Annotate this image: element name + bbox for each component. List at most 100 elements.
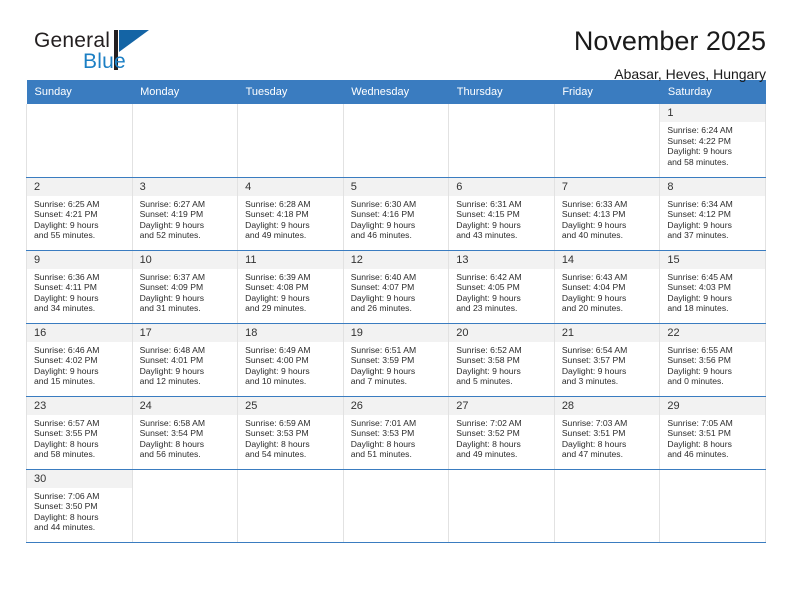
calendar-day-cell[interactable]: 20 Sunrise: 6:52 AM Sunset: 3:58 PM Dayligh… bbox=[448, 323, 555, 397]
triangle-flag-icon bbox=[119, 30, 149, 52]
calendar-day-cell[interactable]: 9 Sunrise: 6:36 AM Sunset: 4:11 PM Daylight… bbox=[26, 250, 133, 324]
calendar-day-cell[interactable]: 19 Sunrise: 6:51 AM Sunset: 3:59 PM Dayligh… bbox=[342, 323, 450, 397]
calendar-day-cell[interactable]: 11 Sunrise: 6:39 AM Sunset: 4:08 PM Dayligh… bbox=[237, 250, 344, 324]
calendar-day-cell[interactable]: 6 Sunrise: 6:31 AM Sunset: 4:15 PM Daylight… bbox=[448, 177, 555, 251]
day-sunset-text: Sunset: 4:18 PM bbox=[245, 209, 309, 220]
calendar-day-cell[interactable]: 16 Sunrise: 6:46 AM Sunset: 4:02 PM Dayligh… bbox=[26, 323, 133, 397]
day-daylight-line1-text: Daylight: 9 hours bbox=[34, 365, 99, 376]
calendar-day-cell[interactable]: 18 Sunrise: 6:49 AM Sunset: 4:00 PM Dayligh… bbox=[237, 323, 344, 397]
day-daylight-line2-text: and 34 minutes. bbox=[34, 303, 96, 314]
calendar-day-cell[interactable]: 8 Sunrise: 6:34 AM Sunset: 4:12 PM Daylight… bbox=[659, 177, 766, 251]
day-details: Sunrise: 6:51 AM Sunset: 3:59 PM Daylight:… bbox=[344, 342, 449, 387]
day-sunrise-text: Sunrise: 6:34 AM bbox=[667, 198, 733, 209]
day-daylight-line2-text: and 44 minutes. bbox=[34, 522, 96, 533]
calendar-day-cell[interactable]: 21 Sunrise: 6:54 AM Sunset: 3:57 PM Dayligh… bbox=[553, 323, 661, 397]
day-sunset-text: Sunset: 4:08 PM bbox=[245, 282, 309, 293]
calendar-day-cell[interactable]: 17 Sunrise: 6:48 AM Sunset: 4:01 PM Dayligh… bbox=[131, 323, 239, 397]
day-daylight-line2-text: and 49 minutes. bbox=[245, 230, 307, 241]
calendar-day-cell[interactable]: 3 Sunrise: 6:27 AM Sunset: 4:19 PM Daylight… bbox=[131, 177, 239, 251]
day-number: 22 bbox=[660, 323, 765, 342]
day-number bbox=[27, 104, 132, 122]
day-sunrise-text: Sunrise: 6:30 AM bbox=[350, 198, 417, 209]
day-sunset-text: Sunset: 4:21 PM bbox=[34, 209, 98, 220]
calendar-day-cell[interactable]: 24 Sunrise: 6:58 AM Sunset: 3:54 PM Dayligh… bbox=[131, 396, 239, 470]
weekday-header-monday: Monday bbox=[132, 80, 238, 104]
day-sunset-text: Sunset: 3:59 PM bbox=[350, 355, 415, 366]
calendar-day-cell[interactable]: 28 Sunrise: 7:03 AM Sunset: 3:51 PM Dayligh… bbox=[553, 396, 661, 470]
calendar-day-cell[interactable]: 26 Sunrise: 7:01 AM Sunset: 3:53 PM Dayligh… bbox=[342, 396, 450, 470]
day-sunset-text: Sunset: 3:57 PM bbox=[561, 355, 626, 366]
calendar-day-cell[interactable]: 13 Sunrise: 6:42 AM Sunset: 4:05 PM Dayligh… bbox=[448, 250, 555, 324]
day-daylight-line1-text: Daylight: 9 hours bbox=[350, 365, 416, 376]
calendar-day-cell[interactable]: 2 Sunrise: 6:25 AM Sunset: 4:21 PM Daylight… bbox=[26, 177, 133, 251]
page-subtitle: Abasar, Heves, Hungary bbox=[614, 66, 766, 83]
day-number: 10 bbox=[132, 250, 238, 269]
day-cell-inner bbox=[27, 104, 132, 177]
day-details: Sunrise: 6:34 AM Sunset: 4:12 PM Daylight:… bbox=[660, 196, 765, 241]
day-details: Sunrise: 6:43 AM Sunset: 4:04 PM Daylight:… bbox=[555, 269, 660, 314]
day-sunset-text: Sunset: 3:52 PM bbox=[456, 428, 520, 439]
day-number bbox=[555, 104, 660, 122]
day-daylight-line1-text: Daylight: 9 hours bbox=[350, 292, 416, 303]
day-sunset-text: Sunset: 4:05 PM bbox=[456, 282, 520, 293]
day-cell-inner: 18 Sunrise: 6:49 AM Sunset: 4:00 PM Dayligh… bbox=[238, 323, 343, 396]
day-sunset-text: Sunset: 4:03 PM bbox=[667, 282, 731, 293]
day-cell-inner: 7 Sunrise: 6:33 AM Sunset: 4:13 PM Daylight… bbox=[554, 177, 660, 250]
day-sunrise-text: Sunrise: 6:43 AM bbox=[561, 271, 628, 282]
day-daylight-line2-text: and 7 minutes. bbox=[350, 376, 408, 387]
day-sunset-text: Sunset: 4:07 PM bbox=[350, 282, 415, 293]
day-daylight-line1-text: Daylight: 9 hours bbox=[245, 219, 310, 230]
calendar-day-cell-empty bbox=[237, 469, 344, 543]
calendar-day-cell[interactable]: 14 Sunrise: 6:43 AM Sunset: 4:04 PM Dayligh… bbox=[553, 250, 661, 324]
day-daylight-line2-text: and 20 minutes. bbox=[561, 303, 623, 314]
day-sunrise-text: Sunrise: 6:37 AM bbox=[139, 271, 206, 282]
day-number bbox=[449, 470, 554, 488]
day-number: 12 bbox=[343, 250, 449, 269]
day-cell-inner bbox=[133, 104, 238, 177]
day-details: Sunrise: 6:58 AM Sunset: 3:54 PM Daylight:… bbox=[133, 415, 238, 460]
day-daylight-line1-text: Daylight: 8 hours bbox=[350, 438, 416, 449]
day-cell-inner: 17 Sunrise: 6:48 AM Sunset: 4:01 PM Dayligh… bbox=[132, 323, 238, 396]
day-number: 30 bbox=[27, 469, 132, 488]
calendar-day-cell[interactable]: 22 Sunrise: 6:55 AM Sunset: 3:56 PM Dayligh… bbox=[659, 323, 766, 397]
day-sunset-text: Sunset: 3:56 PM bbox=[667, 355, 731, 366]
brand-logo[interactable]: General Blue bbox=[26, 26, 156, 78]
day-details: Sunrise: 6:28 AM Sunset: 4:18 PM Daylight:… bbox=[238, 196, 343, 241]
calendar-day-cell[interactable]: 15 Sunrise: 6:45 AM Sunset: 4:03 PM Dayligh… bbox=[659, 250, 766, 324]
calendar-day-cell[interactable]: 7 Sunrise: 6:33 AM Sunset: 4:13 PM Daylight… bbox=[553, 177, 661, 251]
calendar-day-cell[interactable]: 25 Sunrise: 6:59 AM Sunset: 3:53 PM Dayligh… bbox=[237, 396, 344, 470]
day-cell-inner: 21 Sunrise: 6:54 AM Sunset: 3:57 PM Dayligh… bbox=[554, 323, 660, 396]
day-cell-inner: 5 Sunrise: 6:30 AM Sunset: 4:16 PM Daylight… bbox=[343, 177, 449, 250]
day-sunrise-text: Sunrise: 6:57 AM bbox=[34, 417, 100, 428]
day-sunrise-text: Sunrise: 6:45 AM bbox=[667, 271, 733, 282]
day-daylight-line2-text: and 58 minutes. bbox=[667, 156, 729, 167]
calendar-day-cell-empty bbox=[448, 104, 555, 178]
day-sunrise-text: Sunrise: 7:01 AM bbox=[350, 417, 417, 428]
day-cell-inner: 28 Sunrise: 7:03 AM Sunset: 3:51 PM Dayligh… bbox=[554, 396, 660, 469]
calendar-day-cell[interactable]: 5 Sunrise: 6:30 AM Sunset: 4:16 PM Daylight… bbox=[342, 177, 450, 251]
page-title: November 2025 bbox=[573, 26, 766, 56]
day-sunrise-text: Sunrise: 7:05 AM bbox=[667, 417, 733, 428]
calendar-day-cell[interactable]: 30 Sunrise: 7:06 AM Sunset: 3:50 PM Dayligh… bbox=[26, 469, 133, 543]
day-cell-inner: 9 Sunrise: 6:36 AM Sunset: 4:11 PM Daylight… bbox=[27, 250, 132, 323]
day-cell-inner: 15 Sunrise: 6:45 AM Sunset: 4:03 PM Dayligh… bbox=[660, 250, 765, 323]
day-details: Sunrise: 6:54 AM Sunset: 3:57 PM Daylight:… bbox=[555, 342, 660, 387]
day-sunset-text: Sunset: 4:04 PM bbox=[561, 282, 626, 293]
day-daylight-line2-text: and 15 minutes. bbox=[34, 376, 96, 387]
day-daylight-line2-text: and 29 minutes. bbox=[245, 303, 307, 314]
calendar-day-cell[interactable]: 4 Sunrise: 6:28 AM Sunset: 4:18 PM Daylight… bbox=[237, 177, 344, 251]
calendar-day-cell[interactable]: 29 Sunrise: 7:05 AM Sunset: 3:51 PM Dayligh… bbox=[659, 396, 766, 470]
day-daylight-line2-text: and 46 minutes. bbox=[350, 230, 412, 241]
day-number: 1 bbox=[660, 104, 765, 122]
calendar-day-cell[interactable]: 23 Sunrise: 6:57 AM Sunset: 3:55 PM Dayligh… bbox=[26, 396, 133, 470]
day-cell-inner: 29 Sunrise: 7:05 AM Sunset: 3:51 PM Dayligh… bbox=[660, 396, 765, 469]
calendar-day-cell[interactable]: 12 Sunrise: 6:40 AM Sunset: 4:07 PM Dayligh… bbox=[342, 250, 450, 324]
day-cell-inner: 19 Sunrise: 6:51 AM Sunset: 3:59 PM Dayligh… bbox=[343, 323, 449, 396]
day-daylight-line1-text: Daylight: 9 hours bbox=[139, 365, 205, 376]
calendar-day-cell[interactable]: 27 Sunrise: 7:02 AM Sunset: 3:52 PM Dayligh… bbox=[448, 396, 555, 470]
day-number: 4 bbox=[238, 177, 343, 196]
day-sunrise-text: Sunrise: 6:40 AM bbox=[350, 271, 417, 282]
day-daylight-line1-text: Daylight: 9 hours bbox=[667, 146, 732, 157]
calendar-day-cell[interactable]: 1 Sunrise: 6:24 AM Sunset: 4:22 PM Daylight… bbox=[659, 104, 766, 178]
calendar-day-cell[interactable]: 10 Sunrise: 6:37 AM Sunset: 4:09 PM Dayligh… bbox=[131, 250, 239, 324]
